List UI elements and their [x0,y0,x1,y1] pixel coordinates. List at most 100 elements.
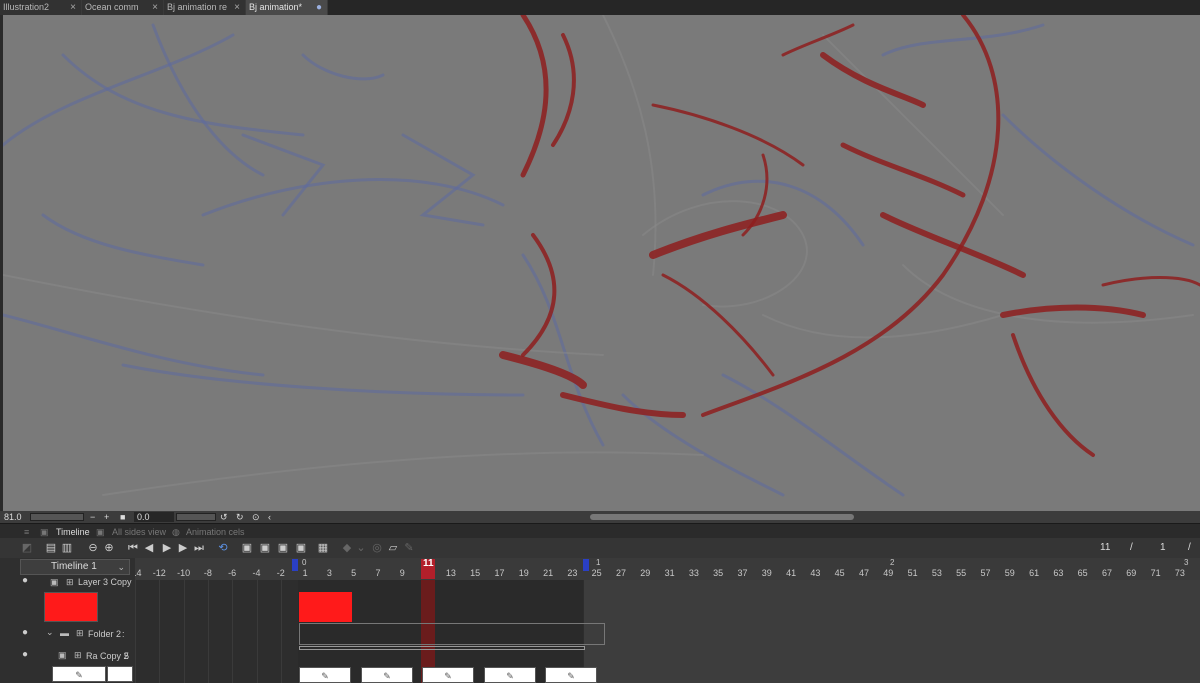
ruler-tick-label: 43 [810,568,821,578]
ruler-tick-label: 29 [640,568,651,578]
ruler-tick-label: 39 [761,568,772,578]
ruler-tick-label: 25 [591,568,602,578]
tab-all-sides-view[interactable]: All sides view [112,525,166,539]
ruler-tick-label: 61 [1029,568,1040,578]
timeline-panel-icon: ▣ [40,527,49,537]
cel-thumbnail[interactable]: ✎ [422,667,474,683]
ruler-tick-label: 35 [713,568,724,578]
ruler-tick-label: 57 [980,568,991,578]
ruler-tick-label: 9 [399,568,405,578]
timeline-settings-icon[interactable]: ▥ [60,541,74,555]
rotate-right-icon[interactable]: ↻ [236,511,244,523]
rotate-left-icon[interactable]: ↺ [220,511,228,523]
layer-row[interactable]: ● ▣ ⊞ Layer 3 Copy [0,575,135,589]
unsaved-dot-icon[interactable]: ● [316,0,322,15]
ruler-tick-label: -4 [252,568,261,578]
ruler-tick-label: 49 [883,568,894,578]
keyframe-icon[interactable]: ◆ [340,541,354,555]
ruler-tick-label: 41 [786,568,797,578]
ruler-tick-label: -14 [135,568,142,578]
zoom-out-button[interactable]: − [90,511,95,523]
last-frame-icon[interactable]: ⏭ [192,541,206,555]
eye-icon[interactable]: ● [22,575,28,586]
rotation-slider[interactable] [176,513,216,521]
timeline-track-area[interactable]: ✎ ✎ ✎ ✎ ✎ [135,580,1200,683]
new-timeline-icon[interactable]: ▤ [44,541,58,555]
dropdown-chevron-icon[interactable]: ⌄ [354,541,368,555]
drawing-canvas[interactable] [3,15,1200,511]
duplicate-cel-icon[interactable]: ▣ [258,541,272,555]
edit-icon[interactable]: ✎ [402,541,416,555]
delete-cel-icon[interactable]: ▣ [294,541,308,555]
layer-name: Folder 2 [88,629,122,639]
prev-frame-icon[interactable]: ◀ [142,541,156,555]
zoom-out-icon[interactable]: ⊖ [86,541,100,555]
layer-row[interactable]: ● ▣ ⊞ Ra Copy 2 5 [0,648,135,664]
zoom-in-icon[interactable]: ⊕ [102,541,116,555]
panel-menu-icon[interactable]: ≡ [24,525,29,539]
doc-tab-bj-animation-re[interactable]: Bj animation re × [164,0,246,15]
playhead-label: 11 [423,558,434,569]
ruler-tick-label: 73 [1174,568,1185,578]
doc-tab-illustration2[interactable]: Illustration2 × [0,0,82,15]
play-icon[interactable]: ▶ [160,541,174,555]
ruler-tick-label: -12 [152,568,166,578]
loop-icon[interactable]: ⟲ [216,541,230,555]
ruler-second-label: 0 [302,558,307,567]
ruler-tick-label: -10 [177,568,191,578]
eye-icon[interactable]: ● [22,649,28,660]
ruler-tick-label: 67 [1101,568,1113,578]
flip-icon[interactable]: ‹ [268,511,271,523]
grid-line [159,580,161,683]
ruler-tick-label: 15 [470,568,481,578]
new-cel-icon[interactable]: ▣ [240,541,254,555]
ruler-tick-label: 3 [326,568,332,578]
frame-separator: / [1130,542,1133,553]
doc-tab-ocean-comm[interactable]: Ocean comm × [82,0,164,15]
folder-row[interactable]: ● ⌄ ▬ ⊞ Folder 2 : [0,626,135,642]
zoom-slider[interactable] [30,513,84,521]
camera-icon[interactable]: ◎ [370,541,384,555]
next-frame-icon[interactable]: ▶ [176,541,190,555]
close-icon[interactable]: × [234,0,240,15]
cel-thumbnail[interactable]: ✎ [545,667,597,683]
chevron-down-icon[interactable]: ⌄ [46,627,54,638]
range-end-marker[interactable] [583,559,589,571]
eye-icon[interactable]: ● [22,627,28,638]
close-icon[interactable]: × [70,0,76,15]
panel-icon[interactable]: ◩ [20,541,34,555]
doc-tab-label: Bj animation re [167,2,228,12]
cel-thumbnail[interactable]: ✎ [361,667,413,683]
reset-rotation-icon[interactable]: ⊙ [252,511,260,523]
layer-name: Layer 3 Copy [78,577,132,587]
current-frame-display: 11 [1100,542,1111,553]
zoom-in-button[interactable]: + [104,511,109,523]
cel-thumbnail[interactable]: ✎ [484,667,536,683]
ruler-tick-label: 13 [445,568,456,578]
cel-block[interactable] [299,592,352,622]
tab-animation-cels[interactable]: Animation cels [186,525,245,539]
light-table-icon[interactable]: ▱ [386,541,400,555]
onion-skin-icon[interactable]: ▦ [316,541,330,555]
ruler-tick-label: 65 [1077,568,1088,578]
expand-icon: ⊞ [76,628,84,638]
tab-timeline[interactable]: Timeline [56,525,90,539]
horizontal-scrollbar[interactable] [590,514,854,520]
close-icon[interactable]: × [152,0,158,15]
specify-cel-icon[interactable]: ▣ [276,541,290,555]
folder-track-bar[interactable] [299,623,605,645]
ruler-tick-label: -8 [203,568,212,578]
first-frame-icon[interactable]: ⏮ [126,541,140,555]
rotation-angle-field[interactable]: 0.0 [134,512,174,522]
cel-thumbnail [107,666,133,682]
timeline-selector[interactable]: Timeline 1 ⌄ [20,559,130,575]
cel-thumbnail[interactable]: ✎ [299,667,351,683]
grid-line [256,580,258,683]
zoom-level[interactable]: 81.0 [4,511,22,523]
doc-tab-bj-animation[interactable]: Bj animation* ● [246,0,328,15]
animation-cels-icon: ◍ [172,527,180,537]
fit-icon[interactable]: ■ [120,511,125,523]
layer-track-bar[interactable] [299,646,585,650]
range-start-marker[interactable] [292,559,298,571]
ruler-tick-label: 53 [931,568,942,578]
